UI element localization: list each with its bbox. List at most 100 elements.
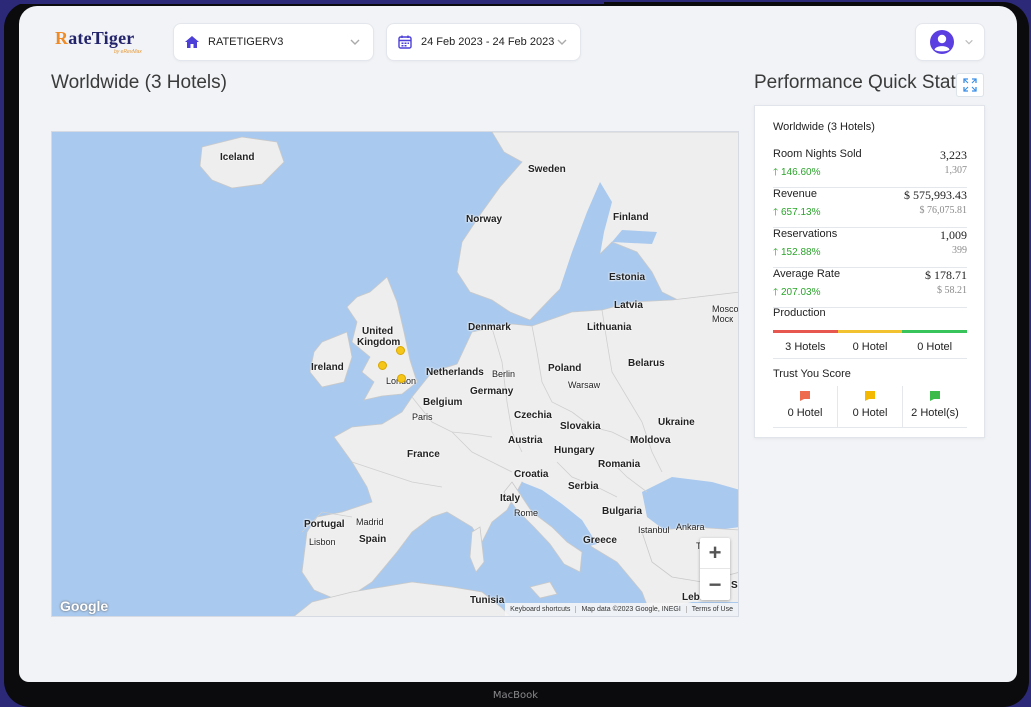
label-moldova: Moldova <box>630 435 671 446</box>
arrow-up-icon: 🡑 <box>773 287 779 298</box>
trust-score-cells: 0 Hotel 0 Hotel 2 Hotel(s) <box>773 386 967 428</box>
label-united: United <box>362 326 394 337</box>
user-avatar-icon <box>930 30 954 54</box>
label-latvia: Latvia <box>614 300 643 311</box>
label-austria: Austria <box>508 435 543 446</box>
stat-value: 1,009 <box>940 228 967 242</box>
hotel-marker[interactable] <box>378 361 387 370</box>
production-cells: 3 Hotels 0 Hotel 0 Hotel <box>773 333 967 359</box>
label-netherlands: Netherlands <box>426 367 484 378</box>
label-romania: Romania <box>598 459 641 470</box>
label-denmark: Denmark <box>468 322 511 333</box>
stat-name: Average Rate <box>773 268 841 280</box>
label-istanbul: Istanbul <box>638 525 670 535</box>
trust-cell[interactable]: 0 Hotel <box>838 386 903 427</box>
production-cell[interactable]: 3 Hotels <box>773 333 838 358</box>
zoom-in-button[interactable]: + <box>700 538 730 569</box>
map-land <box>199 132 738 616</box>
stat-value: $ 575,993.43 <box>904 188 967 202</box>
map-zoom-control: + − <box>700 538 730 600</box>
arrow-up-icon: 🡑 <box>773 247 779 258</box>
label-paris: Paris <box>412 412 433 422</box>
label-portugal: Portugal <box>304 519 345 530</box>
label-france: France <box>407 449 440 460</box>
trust-cell-label: 0 Hotel <box>852 407 888 419</box>
world-map[interactable]: Iceland Sweden Norway Finland Estonia La… <box>51 131 739 617</box>
flag-icon <box>865 391 875 401</box>
label-rome: Rome <box>514 508 539 518</box>
stat-change: 🡑 146.60% <box>773 167 821 178</box>
stat-name: Room Nights Sold <box>773 148 862 160</box>
label-sy: Sy <box>731 580 738 591</box>
flag-icon <box>930 391 940 401</box>
date-range-picker[interactable]: 24 Feb 2023 - 24 Feb 2023 <box>386 23 581 61</box>
stat-previous: 399 <box>952 245 967 256</box>
chevron-down-icon <box>557 39 567 45</box>
label-iceland: Iceland <box>220 152 255 163</box>
terms-of-use-link[interactable]: Terms of Use <box>685 606 738 613</box>
label-belarus: Belarus <box>628 358 665 369</box>
trust-cell-label: 2 Hotel(s) <box>911 407 959 419</box>
flag-icon <box>800 391 810 401</box>
user-menu[interactable] <box>915 23 985 61</box>
date-range-value: 24 Feb 2023 - 24 Feb 2023 <box>421 36 555 48</box>
label-norway: Norway <box>466 214 503 225</box>
map-data-text: Map data ©2023 Google, INEGI <box>575 606 685 613</box>
hotel-selector-value: RATETIGERV3 <box>208 36 284 48</box>
stat-row-reservations: Reservations 1,009 🡑 152.88% 399 <box>773 228 967 268</box>
label-slovakia: Slovakia <box>560 421 601 432</box>
label-finland: Finland <box>613 212 649 223</box>
label-bulgaria: Bulgaria <box>602 506 643 517</box>
stat-change: 🡑 657.13% <box>773 207 821 218</box>
stat-value: 3,223 <box>940 148 967 162</box>
zoom-out-button[interactable]: − <box>700 569 730 600</box>
expand-button[interactable] <box>956 73 984 97</box>
performance-stats-panel: Worldwide (3 Hotels) Room Nights Sold 3,… <box>754 105 985 438</box>
label-hungary: Hungary <box>554 445 595 456</box>
trust-score-title: Trust You Score <box>773 368 851 380</box>
label-kingdom: Kingdom <box>357 337 401 348</box>
ratetiger-logo[interactable]: RateTiger by eRevMax <box>55 26 155 60</box>
device-label: MacBook <box>492 690 539 701</box>
chevron-down-icon <box>965 39 973 45</box>
stat-name: Reservations <box>773 228 838 240</box>
stat-change: 🡑 207.03% <box>773 287 821 298</box>
keyboard-shortcuts-link[interactable]: Keyboard shortcuts <box>505 606 575 613</box>
stat-change: 🡑 152.88% <box>773 247 821 258</box>
calendar-icon <box>398 35 412 49</box>
stat-previous: $ 76,075.81 <box>919 205 968 216</box>
label-germany: Germany <box>470 386 514 397</box>
hotel-marker[interactable] <box>396 346 405 355</box>
label-spain: Spain <box>359 534 387 545</box>
stat-value: $ 178.71 <box>925 268 967 282</box>
chevron-down-icon <box>350 39 360 45</box>
logo-tagline: by eRevMax <box>114 49 142 55</box>
stat-row-room-nights: Room Nights Sold 3,223 🡑 146.60% 1,307 <box>773 148 967 188</box>
google-logo: Google <box>60 598 109 614</box>
stat-previous: 1,307 <box>944 165 968 176</box>
production-cell[interactable]: 0 Hotel <box>838 333 903 358</box>
label-ireland: Ireland <box>311 362 344 373</box>
hotel-marker[interactable] <box>397 374 406 383</box>
logo-wordmark: RateTiger <box>55 28 135 48</box>
production-cell[interactable]: 0 Hotel <box>902 333 967 358</box>
stats-scope: Worldwide (3 Hotels) <box>773 121 875 133</box>
label-moscow: Mosco <box>712 304 739 314</box>
label-czechia: Czechia <box>514 410 552 421</box>
label-tunisia: Tunisia <box>470 595 505 606</box>
stat-name: Revenue <box>773 188 818 200</box>
label-belgium: Belgium <box>423 397 463 408</box>
label-berlin: Berlin <box>492 369 516 379</box>
stat-previous: $ 58.21 <box>937 285 967 296</box>
map-attribution: Keyboard shortcuts Map data ©2023 Google… <box>505 603 738 616</box>
app-screen: RateTiger by eRevMax RATETIGERV3 24 Feb … <box>19 6 1017 682</box>
label-ankara: Ankara <box>676 522 705 532</box>
label-greece: Greece <box>583 535 617 546</box>
label-lisbon: Lisbon <box>309 537 336 547</box>
label-croatia: Croatia <box>514 469 549 480</box>
stat-row-revenue: Revenue $ 575,993.43 🡑 657.13% $ 76,075.… <box>773 188 967 228</box>
label-estonia: Estonia <box>609 272 646 283</box>
trust-cell[interactable]: 2 Hotel(s) <box>903 386 967 427</box>
trust-cell[interactable]: 0 Hotel <box>773 386 838 427</box>
hotel-selector[interactable]: RATETIGERV3 <box>173 23 374 61</box>
